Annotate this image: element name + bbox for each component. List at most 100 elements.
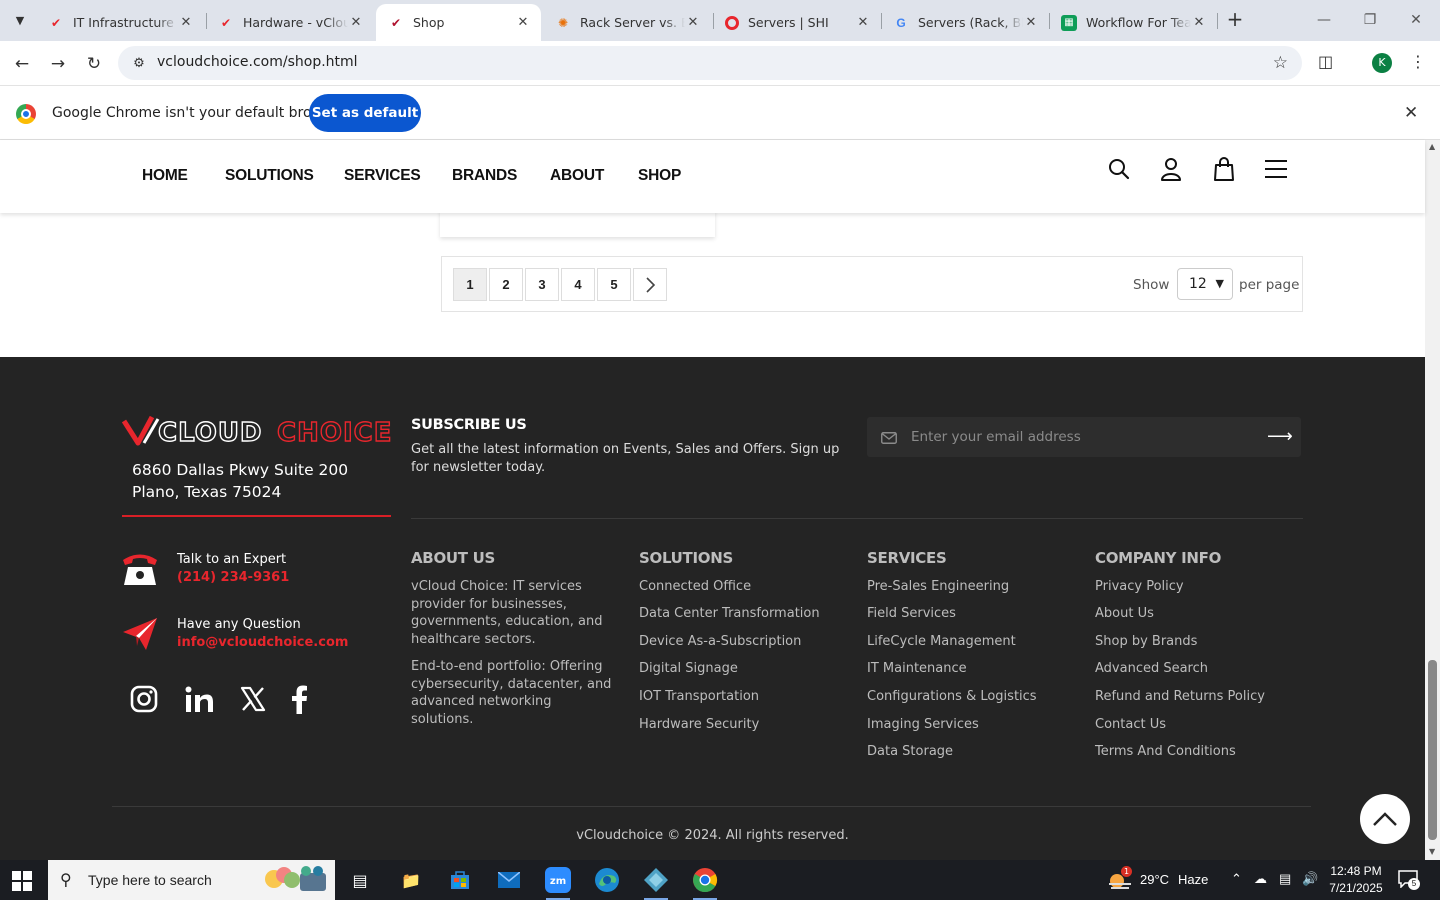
footer-link-advanced-search[interactable]: Advanced Search	[1095, 661, 1208, 676]
close-tab-icon[interactable]: ✕	[348, 15, 364, 30]
profile-avatar[interactable]: K	[1372, 53, 1392, 73]
nav-home[interactable]: HOME	[142, 167, 188, 185]
close-tab-icon[interactable]: ✕	[515, 15, 531, 30]
weather-icon[interactable]: 1	[1107, 866, 1133, 891]
per-page-select[interactable]: 12 ▼	[1177, 268, 1233, 300]
close-tab-icon[interactable]: ✕	[1023, 15, 1039, 30]
new-tab-icon[interactable]: +	[1224, 8, 1246, 32]
notification-center-icon[interactable]: 5	[1398, 870, 1420, 890]
linkedin-icon[interactable]	[183, 683, 215, 715]
footer-link-about-us[interactable]: About Us	[1095, 606, 1154, 621]
vcloudchoice-logo[interactable]: CLOUD CHOICE	[121, 415, 392, 449]
weather-desc[interactable]: Haze	[1178, 872, 1208, 887]
facebook-icon[interactable]	[283, 683, 315, 715]
next-page-button[interactable]	[633, 268, 667, 301]
scrollbar-thumb[interactable]	[1428, 660, 1437, 840]
task-view-icon[interactable]: ▤	[346, 866, 374, 894]
tab-hardware[interactable]: ✔ Hardware - vCloud ✕	[206, 4, 374, 41]
chrome-icon[interactable]	[691, 866, 719, 900]
footer-link-privacy[interactable]: Privacy Policy	[1095, 579, 1184, 594]
footer-link-it-maintenance[interactable]: IT Maintenance	[867, 661, 967, 676]
hamburger-menu-icon[interactable]	[1261, 154, 1291, 184]
close-tab-icon[interactable]: ✕	[178, 15, 194, 30]
nav-shop[interactable]: SHOP	[638, 167, 681, 185]
nav-brands[interactable]: BRANDS	[452, 167, 517, 185]
url-text[interactable]: vcloudchoice.com/shop.html	[157, 54, 358, 70]
file-explorer-icon[interactable]: 📁	[397, 866, 425, 894]
nav-services[interactable]: SERVICES	[344, 167, 421, 185]
footer-link-shop-brands[interactable]: Shop by Brands	[1095, 634, 1197, 649]
taskbar-clock[interactable]: 12:48 PM 7/21/2025	[1326, 863, 1386, 897]
x-twitter-icon[interactable]	[237, 683, 269, 715]
mail-icon[interactable]	[495, 866, 523, 894]
footer-link-device-subscription[interactable]: Device As-a-Subscription	[639, 634, 801, 649]
reload-icon[interactable]: ↻	[81, 51, 107, 77]
tab-rack-server[interactable]: ✺ Rack Server vs. Bla ✕	[543, 4, 711, 41]
close-tab-icon[interactable]: ✕	[1191, 15, 1207, 30]
back-icon[interactable]: ←	[9, 51, 35, 77]
footer-link-refund[interactable]: Refund and Returns Policy	[1095, 689, 1265, 704]
window-close-icon[interactable]: ✕	[1393, 0, 1439, 40]
weather-temp[interactable]: 29°C	[1140, 872, 1169, 887]
close-tab-icon[interactable]: ✕	[685, 15, 701, 30]
footer-link-pre-sales[interactable]: Pre-Sales Engineering	[867, 579, 1009, 594]
page-3-button[interactable]: 3	[525, 268, 559, 301]
footer-link-lifecycle[interactable]: LifeCycle Management	[867, 634, 1016, 649]
zoom-icon[interactable]: zm	[544, 866, 572, 900]
phone-link[interactable]: (214) 234-9361	[177, 570, 289, 585]
tab-shop[interactable]: ✔ Shop ✕	[376, 4, 541, 41]
cart-bag-icon[interactable]	[1209, 154, 1239, 184]
onedrive-icon[interactable]: ☁	[1254, 871, 1267, 887]
windows-start-icon[interactable]	[12, 871, 32, 891]
arrow-right-icon[interactable]: ⟶	[1267, 426, 1293, 447]
site-info-icon[interactable]: ⚙	[130, 54, 148, 72]
set-as-default-button[interactable]: Set as default	[309, 94, 421, 132]
page-2-button[interactable]: 2	[489, 268, 523, 301]
chrome-menu-icon[interactable]: ⋮	[1410, 52, 1426, 71]
bookmark-star-icon[interactable]: ☆	[1273, 53, 1288, 73]
footer-link-data-center[interactable]: Data Center Transformation	[639, 606, 820, 621]
tab-it-infrastructure[interactable]: ✔ IT Infrastructure & ✕	[36, 4, 204, 41]
footer-link-configurations[interactable]: Configurations & Logistics	[867, 689, 1037, 704]
footer-link-imaging[interactable]: Imaging Services	[867, 717, 979, 732]
scroll-up-arrow-icon[interactable]: ▲	[1429, 142, 1435, 151]
page-1-button[interactable]: 1	[453, 268, 487, 301]
address-bar[interactable]: ⚙ vcloudchoice.com/shop.html ☆	[118, 46, 1302, 80]
close-tab-icon[interactable]: ✕	[855, 15, 871, 30]
footer-link-terms[interactable]: Terms And Conditions	[1095, 744, 1236, 759]
footer-link-field-services[interactable]: Field Services	[867, 606, 956, 621]
tab-servers-shi[interactable]: Servers | SHI ✕	[713, 4, 881, 41]
email-link[interactable]: info@vcloudchoice.com	[177, 635, 348, 650]
app-diamond-icon[interactable]	[642, 866, 670, 900]
instagram-icon[interactable]	[128, 683, 160, 715]
scroll-down-arrow-icon[interactable]: ▼	[1429, 847, 1435, 856]
page-4-button[interactable]: 4	[561, 268, 595, 301]
footer-link-contact[interactable]: Contact Us	[1095, 717, 1166, 732]
tray-overflow-chevron-icon[interactable]: ⌃	[1231, 871, 1242, 887]
minimize-icon[interactable]: —	[1301, 0, 1347, 40]
volume-icon[interactable]: 🔊	[1302, 871, 1318, 887]
footer-link-hardware-security[interactable]: Hardware Security	[639, 717, 759, 732]
forward-icon[interactable]: →	[45, 51, 71, 77]
taskbar-search-box[interactable]: ⚲ Type here to search	[48, 860, 335, 900]
extensions-icon[interactable]: ◫	[1318, 52, 1333, 71]
edge-icon[interactable]	[593, 866, 621, 894]
infobar-close-icon[interactable]: ✕	[1404, 103, 1418, 123]
microsoft-store-icon[interactable]	[446, 866, 474, 894]
restore-icon[interactable]: ❐	[1347, 0, 1393, 40]
tab-workflow[interactable]: ▦ Workflow For Tean ✕	[1049, 4, 1217, 41]
footer-link-data-storage[interactable]: Data Storage	[867, 744, 953, 759]
nav-solutions[interactable]: SOLUTIONS	[225, 167, 314, 185]
page-5-button[interactable]: 5	[597, 268, 631, 301]
tab-servers-google[interactable]: G Servers (Rack, Blac ✕	[881, 4, 1049, 41]
footer-link-connected-office[interactable]: Connected Office	[639, 579, 751, 594]
nav-about[interactable]: ABOUT	[550, 167, 604, 185]
footer-link-digital-signage[interactable]: Digital Signage	[639, 661, 738, 676]
search-icon[interactable]	[1104, 154, 1134, 184]
footer-link-iot-transportation[interactable]: IOT Transportation	[639, 689, 759, 704]
account-icon[interactable]	[1156, 154, 1186, 184]
back-to-top-button[interactable]	[1360, 794, 1410, 844]
tab-search-dropdown-icon[interactable]: ▼	[6, 7, 34, 33]
network-icon[interactable]: ▤	[1279, 871, 1291, 887]
product-card[interactable]	[440, 209, 715, 237]
